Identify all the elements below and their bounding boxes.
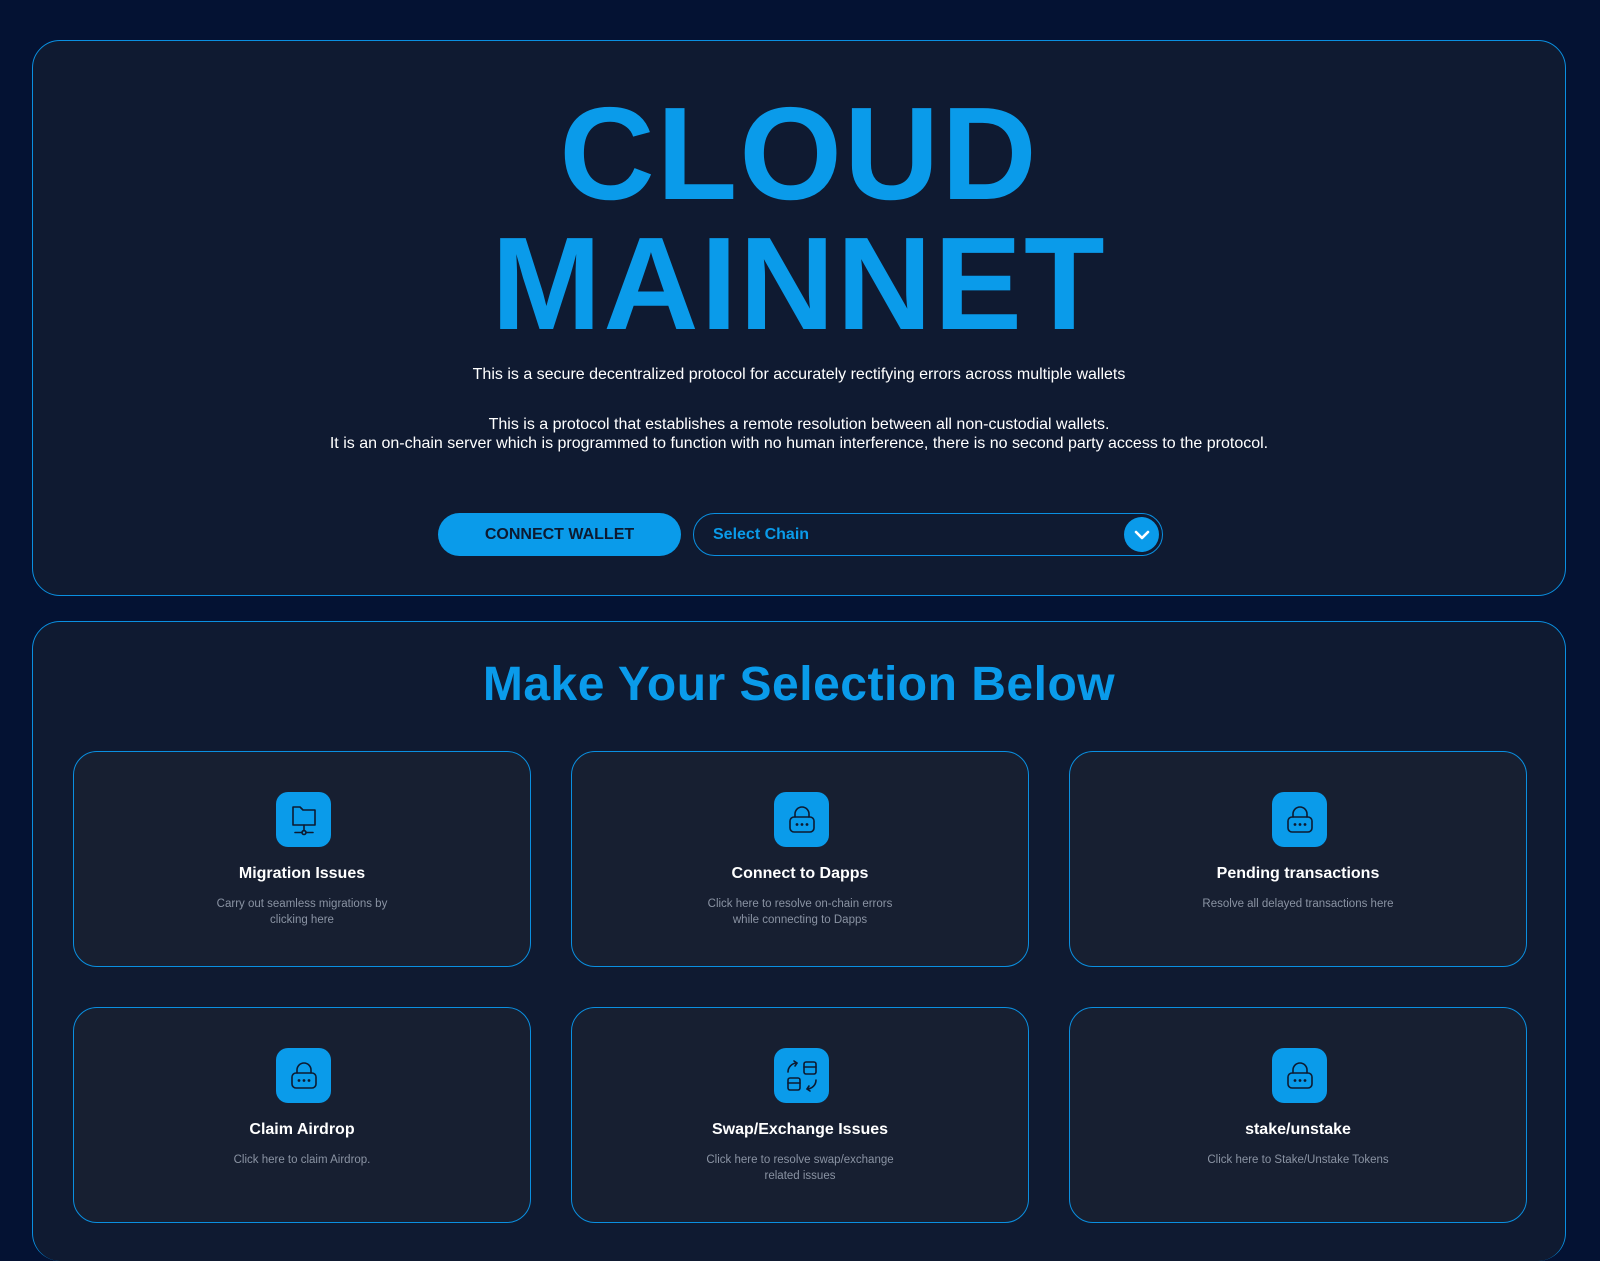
lock-icon	[1272, 792, 1327, 847]
hero-description-line-1: This is a protocol that establishes a re…	[488, 416, 1110, 433]
card-description: Resolve all delayed transactions here	[1202, 898, 1394, 910]
card-description: Click here to claim Airdrop.	[233, 1154, 371, 1166]
hero-title-line-1: CLOUD	[559, 80, 1039, 227]
card-title: Swap/Exchange Issues	[711, 1121, 889, 1138]
swap-cards-icon	[774, 1048, 829, 1103]
connect-wallet-button[interactable]: CONNECT WALLET	[438, 513, 681, 556]
chevron-down-icon[interactable]	[1124, 517, 1159, 552]
section-heading: Make Your Selection Below	[482, 658, 1116, 711]
card-title: Pending transactions	[1216, 865, 1380, 882]
select-chain-label: Select Chain	[713, 526, 810, 543]
card-title: Migration Issues	[238, 865, 366, 882]
card-migration-issues[interactable]: Migration Issues Carry out seamless migr…	[73, 751, 531, 967]
hero-description-line-2: It is an on-chain server which is progra…	[329, 435, 1269, 452]
folder-network-icon	[276, 792, 331, 847]
lock-icon	[1272, 1048, 1327, 1103]
card-claim-airdrop[interactable]: Claim Airdrop Click here to claim Airdro…	[73, 1007, 531, 1223]
lock-icon	[774, 792, 829, 847]
selection-panel: Make Your Selection Below Migration Issu…	[32, 621, 1566, 1261]
select-chain-dropdown[interactable]: Select Chain	[693, 513, 1163, 556]
card-stake-unstake[interactable]: stake/unstake Click here to Stake/Unstak…	[1069, 1007, 1527, 1223]
card-connect-to-dapps[interactable]: Connect to Dapps Click here to resolve o…	[571, 751, 1029, 967]
hero-title-line-2: MAINNET	[491, 210, 1107, 357]
card-description: Click here to Stake/Unstake Tokens	[1207, 1154, 1389, 1166]
card-title: Claim Airdrop	[249, 1121, 355, 1138]
card-swap-exchange-issues[interactable]: Swap/Exchange Issues Click here to resol…	[571, 1007, 1029, 1223]
card-pending-transactions[interactable]: Pending transactions Resolve all delayed…	[1069, 751, 1527, 967]
card-title: stake/unstake	[1245, 1121, 1351, 1138]
lock-icon	[276, 1048, 331, 1103]
card-description: Click here to resolve swap/exchange rela…	[706, 1154, 894, 1182]
card-description: Click here to resolve on-chain errors wh…	[707, 898, 893, 926]
hero-panel: CLOUD MAINNET This is a secure decentral…	[32, 40, 1566, 596]
card-description: Carry out seamless migrations by clickin…	[216, 898, 388, 926]
hero-tagline: This is a secure decentralized protocol …	[472, 366, 1126, 383]
card-title: Connect to Dapps	[731, 865, 869, 882]
